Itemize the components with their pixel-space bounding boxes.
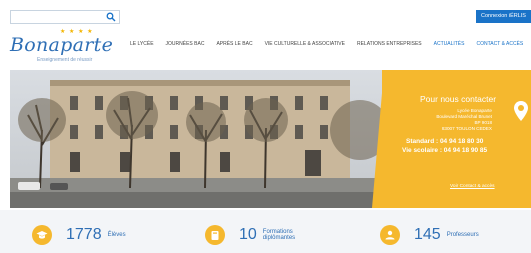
stats-bar: 1778 Élèves 10 Formations diplômantes 14… xyxy=(0,210,531,253)
contact-address-4: 83007 TOULON CEDEX xyxy=(441,126,492,131)
stat-students: 1778 Élèves xyxy=(32,223,126,247)
stat-formations-number: 10 xyxy=(239,226,257,243)
logo-name: Bonaparte xyxy=(10,34,114,56)
logo-tagline: Enseignement de réussir xyxy=(37,57,93,63)
search-input[interactable] xyxy=(10,10,120,24)
contact-address-2: Boulevard Maréchal Brunet xyxy=(436,114,492,119)
nav-item-contact-acces[interactable]: CONTACT & ACCÈS xyxy=(476,41,523,47)
graduation-cap-icon xyxy=(32,225,52,245)
contact-address-3: BP 9018 xyxy=(474,120,492,125)
login-button[interactable]: Connexion iÉRLIS xyxy=(476,10,531,23)
stat-teachers-label: Professeurs xyxy=(446,231,479,238)
contact-panel: Pour nous contacter Lycée Bonaparte Boul… xyxy=(382,70,531,208)
contact-vie-scolaire-phone: Vie scolaire : 04 94 18 90 85 xyxy=(402,147,488,154)
book-icon xyxy=(205,225,225,245)
contact-access-link[interactable]: Voir Contact & accès xyxy=(450,184,495,189)
main-nav: LE LYCÉE JOURNÉES BAC APRÈS LE BAC VIE C… xyxy=(130,41,531,47)
stat-students-label: Élèves xyxy=(107,231,126,238)
stat-formations: 10 Formations diplômantes xyxy=(205,223,311,247)
nav-item-vie-culturelle[interactable]: VIE CULTURELLE & ASSOCIATIVE xyxy=(265,41,345,47)
nav-item-actualites[interactable]: ACTUALITÉS xyxy=(434,41,465,47)
site-logo[interactable]: ★ ★ ★ ★ Bonaparte Enseignement de réussi… xyxy=(10,28,125,64)
search-icon[interactable] xyxy=(106,12,116,22)
hero-banner: Pour nous contacter Lycée Bonaparte Boul… xyxy=(10,70,531,208)
stat-formations-label: Formations diplômantes xyxy=(262,228,296,242)
contact-title: Pour nous contacter xyxy=(420,94,497,104)
teacher-icon xyxy=(380,225,400,245)
stat-teachers: 145 Professeurs xyxy=(380,223,479,247)
contact-standard-phone: Standard : 04 94 18 80 30 xyxy=(406,138,484,145)
top-bar: Connexion iÉRLIS xyxy=(0,0,531,24)
nav-item-le-lycee[interactable]: LE LYCÉE xyxy=(130,41,154,47)
map-pin-icon xyxy=(514,101,528,121)
nav-item-journees-bac[interactable]: JOURNÉES BAC xyxy=(166,41,205,47)
school-building-photo xyxy=(10,70,390,208)
nav-item-relations-entreprises[interactable]: RELATIONS ENTREPRISES xyxy=(357,41,422,47)
stat-teachers-number: 145 xyxy=(414,226,441,243)
stat-students-number: 1778 xyxy=(66,226,102,243)
contact-address-1: Lycée Bonaparte xyxy=(457,108,492,113)
nav-item-apres-le-bac[interactable]: APRÈS LE BAC xyxy=(216,41,252,47)
site-header: ★ ★ ★ ★ Bonaparte Enseignement de réussi… xyxy=(0,24,531,68)
